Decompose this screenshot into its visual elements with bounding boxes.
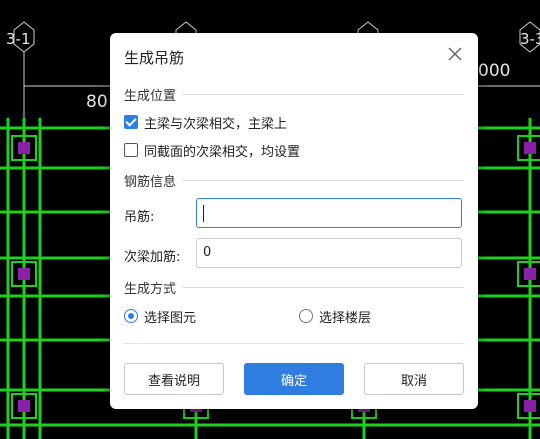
section-position: 生成位置 [124,85,464,104]
section-method-label: 生成方式 [124,278,183,297]
checkbox-unchecked-icon[interactable] [124,143,138,157]
radio-select-element[interactable]: 选择图元 [124,307,197,326]
checkbox-same-section-label: 同截面的次梁相交，均设置 [144,144,301,160]
hanger-label: 吊筋: [124,210,155,225]
dimension-text-right: 000 [478,61,510,81]
axis-label-3-1: 3-1 [6,30,31,48]
dimension-text-left: 80 [86,92,108,112]
cancel-button[interactable]: 取消 [364,363,464,395]
section-position-label: 生成位置 [124,85,183,104]
footer-divider [124,343,464,344]
checkbox-main-beam[interactable]: 主梁与次梁相交，主梁上 [124,113,288,132]
checkbox-same-section[interactable]: 同截面的次梁相交，均设置 [124,141,301,160]
hanger-input[interactable] [196,198,462,228]
checkbox-main-beam-label: 主梁与次梁相交，主梁上 [144,116,288,132]
radio-selected-icon[interactable] [124,309,138,323]
ok-button[interactable]: 确定 [244,363,344,395]
radio-select-element-label: 选择图元 [144,310,197,326]
section-rebar-info-label: 钢筋信息 [124,171,183,190]
help-button[interactable]: 查看说明 [124,363,224,395]
dialog-title: 生成吊筋 [124,49,185,67]
axis-label-3-3: 3-3 [520,30,540,48]
secondary-beam-label: 次梁加筋: [124,250,181,265]
secondary-beam-input[interactable]: 0 [196,238,462,268]
text-caret [203,205,204,222]
checkbox-checked-icon[interactable] [124,115,138,129]
generate-hanger-dialog: 生成吊筋 生成位置 主梁与次梁相交，主梁上 同截面的次梁相交，均设置 钢筋信息 … [110,33,478,409]
radio-select-floor-label: 选择楼层 [319,310,372,326]
secondary-beam-input-value: 0 [203,245,212,260]
radio-unselected-icon[interactable] [299,309,313,323]
section-rebar-info: 钢筋信息 [124,171,464,190]
close-icon[interactable] [444,43,466,65]
section-method: 生成方式 [124,278,464,297]
radio-select-floor[interactable]: 选择楼层 [299,307,372,326]
